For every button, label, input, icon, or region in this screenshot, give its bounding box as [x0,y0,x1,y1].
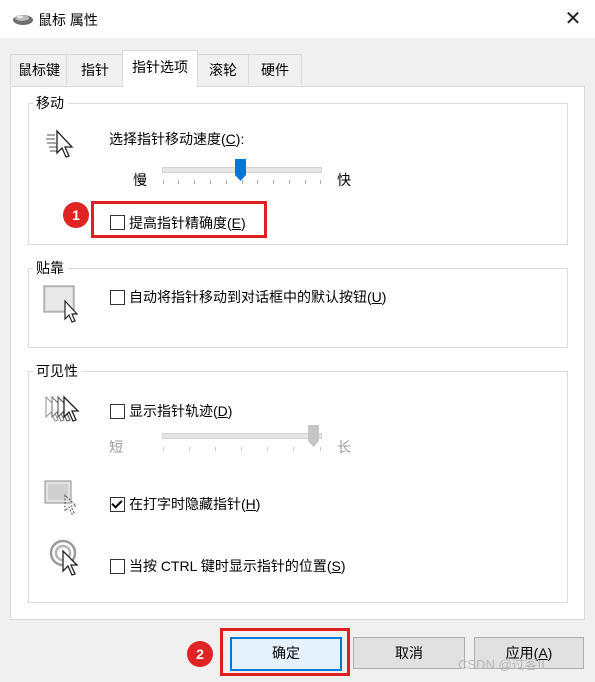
show-location-icon [49,539,79,576]
trail-length-thumb[interactable] [308,425,319,447]
slow-label: 慢 [133,172,147,188]
motion-group-label: 移动 [33,93,68,113]
annotation-badge-2: 2 [187,641,213,667]
pointer-trails-icon [45,395,80,422]
snap-to-icon [43,285,79,323]
mouse-icon [13,15,33,25]
tab-pointer-options[interactable]: 指针选项 [122,50,198,87]
dialog-body: 鼠标键 指针 指针选项 滚轮 硬件 移动 选择指针移动速度(C): 慢 快 提高… [0,38,595,682]
snap-group-label: 贴靠 [33,258,68,278]
cancel-button[interactable]: 取消 [353,637,465,669]
close-icon: ✕ [564,8,582,30]
snap-group [28,268,568,348]
trails-checkbox[interactable] [110,404,125,419]
trails-label[interactable]: 显示指针轨迹(D) [129,401,232,421]
tab-panel: 移动 选择指针移动速度(C): 慢 快 提高指针精确度(E) 贴靠 自动将指针移… [10,86,585,620]
hide-while-typing-label[interactable]: 在打字时隐藏指针(H) [129,494,260,514]
ok-button[interactable]: 确定 [230,637,342,671]
tab-wheel[interactable]: 滚轮 [196,54,250,85]
highlight-box-precision [91,201,267,238]
fast-label: 快 [337,172,351,188]
pointer-speed-icon [46,129,74,158]
long-label: 长 [337,439,351,455]
trail-length-ticks [163,447,321,451]
snap-checkbox[interactable] [110,290,125,305]
watermark: CSDN @过客II [458,657,545,672]
ctrl-location-checkbox[interactable] [110,559,125,574]
close-button[interactable]: ✕ [556,6,590,32]
snap-label[interactable]: 自动将指针移动到对话框中的默认按钮(U) [129,287,386,307]
speed-label: 选择指针移动速度(C): [109,131,245,147]
hide-while-typing-checkbox[interactable] [110,497,125,512]
window-title: 鼠标 属性 [38,12,98,28]
speed-slider-thumb[interactable] [235,159,246,181]
visibility-group-label: 可见性 [33,361,82,381]
title-bar: 鼠标 属性 ✕ [0,0,595,38]
annotation-badge-1: 1 [63,202,89,228]
tab-pointers[interactable]: 指针 [66,54,124,85]
tab-mouse-buttons[interactable]: 鼠标键 [10,54,68,85]
short-label: 短 [109,439,123,455]
tab-hardware[interactable]: 硬件 [248,54,302,85]
ctrl-location-label[interactable]: 当按 CTRL 键时显示指针的位置(S) [129,556,346,576]
hide-pointer-icon [44,480,78,515]
trail-length-track[interactable] [162,433,322,439]
